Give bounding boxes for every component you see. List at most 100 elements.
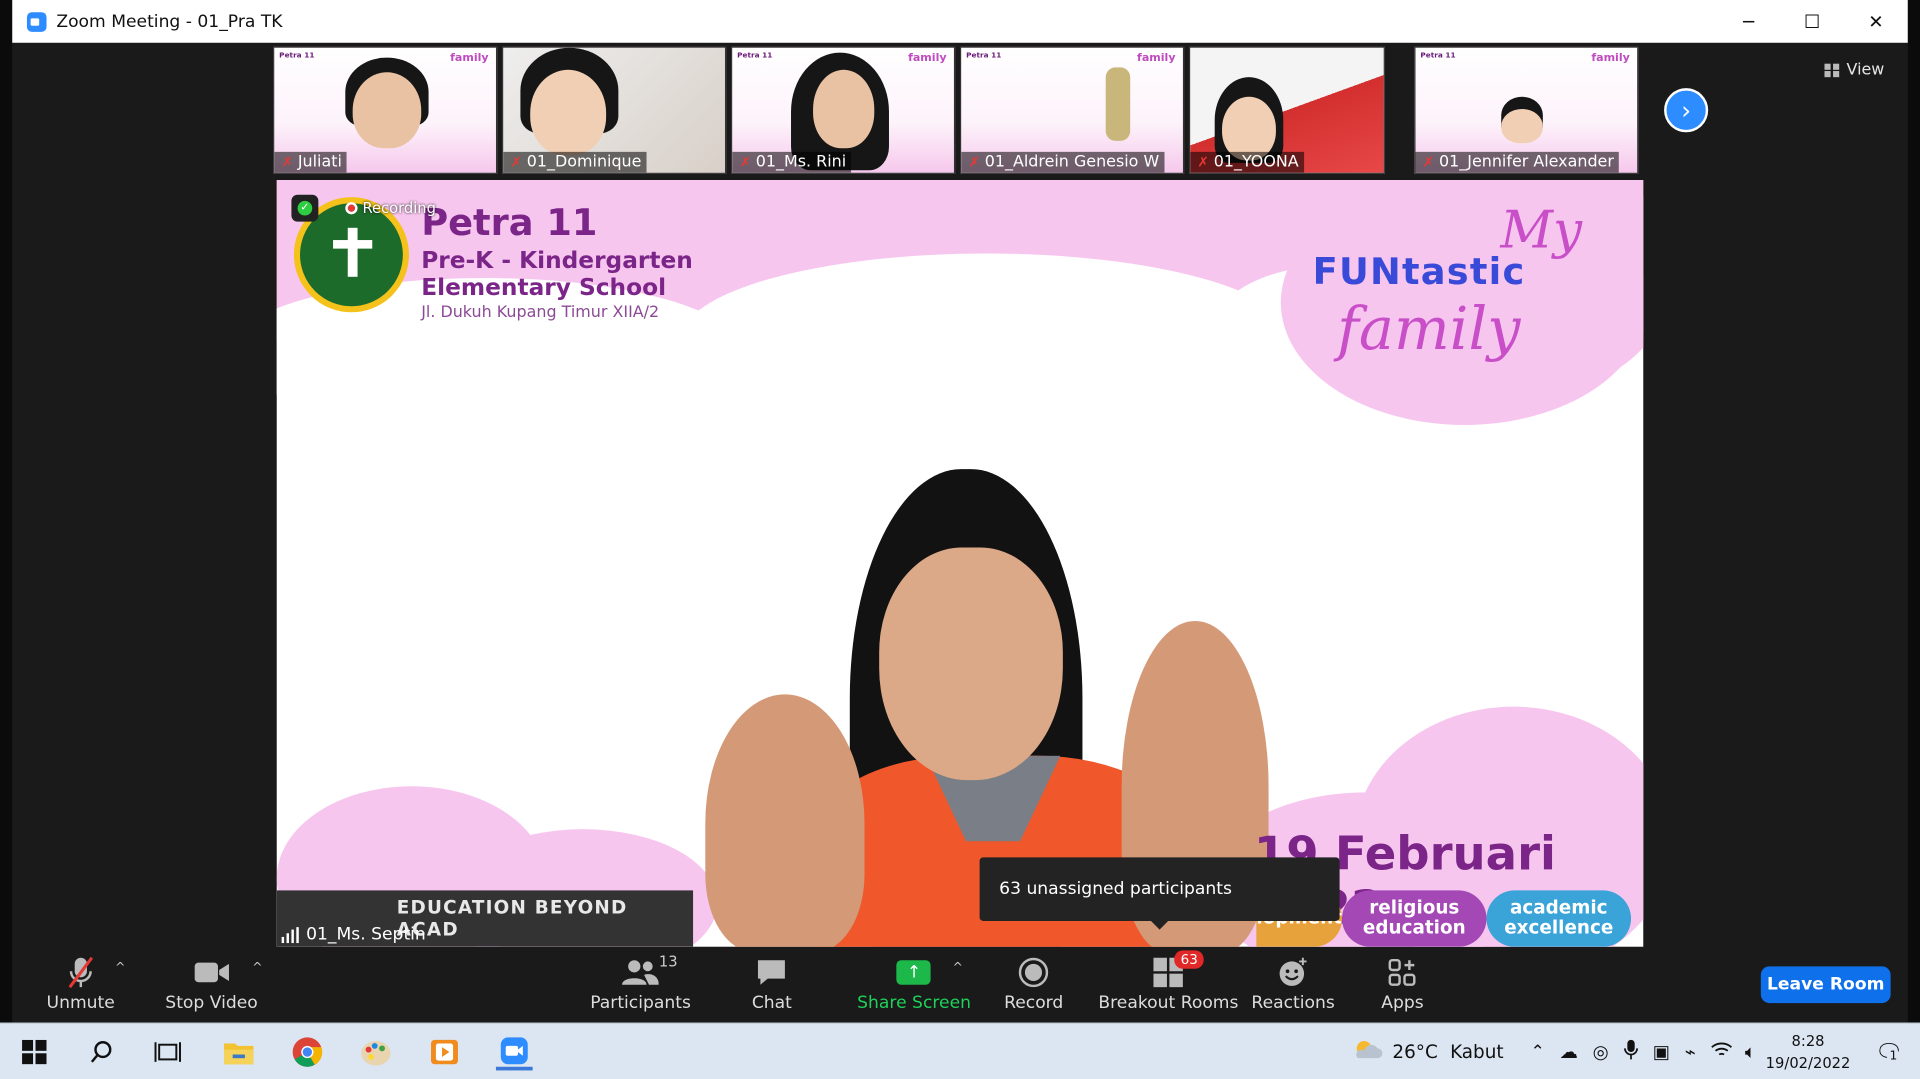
zoom-taskbar-icon[interactable]: [495, 1034, 533, 1071]
chevron-right-icon: ›: [1681, 95, 1692, 125]
window-title: Zoom Meeting - 01_Pra TK: [56, 11, 283, 32]
participant-thumbnail[interactable]: Petra 11 family ✗ 01_Ms. Rini: [731, 46, 956, 174]
mic-muted-icon: ✗: [510, 154, 522, 171]
media-player-icon[interactable]: [426, 1034, 463, 1071]
school-header: Petra 11 Pre-K - Kindergarten Elementary…: [421, 202, 693, 322]
close-button[interactable]: ✕: [1844, 0, 1908, 43]
grid-view-icon: [1824, 63, 1840, 78]
notification-center-icon[interactable]: 🗨︎1: [1875, 1039, 1903, 1065]
participant-thumbnail[interactable]: Petra 11 family ✗ 01_Jennifer Alexander: [1414, 46, 1639, 174]
mini-school-logo: Petra 11: [966, 51, 1002, 61]
participant-thumbnail[interactable]: Petra 11 family ✗ Juliati: [273, 46, 498, 174]
fontastic-family-logo: My FUNtastic family: [1312, 199, 1583, 364]
zoom-logo-icon: [26, 11, 47, 32]
participant-name: ✗ 01_Jennifer Alexander: [1415, 151, 1619, 173]
mic-muted-icon: [65, 955, 97, 989]
school-line-3: Elementary School: [421, 274, 667, 302]
mini-school-logo: Petra 11: [279, 51, 315, 61]
mini-theme-logo: family: [450, 52, 489, 65]
breakout-rooms-icon: 63: [1152, 950, 1204, 989]
video-options-caret[interactable]: ^: [252, 961, 262, 974]
taskbar-clock[interactable]: 8:28 19/02/2022: [1766, 1030, 1851, 1074]
audio-options-caret[interactable]: ^: [115, 961, 125, 974]
system-tray: 26°C Kabut ⌃ ☁ ◎ ▣ ⌁ 🔈︎ 8:28 19/02/2022 …: [1353, 1024, 1920, 1079]
speaker-face: [879, 547, 1063, 781]
pill-academic: academic excellence: [1486, 890, 1632, 947]
weather-description[interactable]: Kabut: [1450, 1041, 1503, 1063]
participant-name: ✗ 01_YOONA: [1190, 151, 1304, 173]
share-options-caret[interactable]: ^: [953, 961, 963, 974]
minimize-button[interactable]: ─: [1717, 0, 1781, 43]
screen: Zoom Meeting - 01_Pra TK ─ ☐ ✕ Petra 11 …: [0, 0, 1920, 1079]
breakout-tooltip: 63 unassigned participants: [979, 857, 1340, 930]
reactions-button[interactable]: Reactions: [1251, 955, 1335, 1013]
clock-date: 19/02/2022: [1765, 1054, 1851, 1072]
video-camera-icon: [193, 955, 230, 989]
window-controls: ─ ☐ ✕: [1717, 0, 1908, 43]
meeting-toolbar: Unmute ^ Stop Video ^ 13 Participants Ch…: [12, 949, 1908, 1023]
clock-time: 8:28: [1791, 1032, 1825, 1050]
participants-count: 13: [658, 952, 678, 971]
paint-app-icon[interactable]: [358, 1034, 395, 1071]
chevron-up-icon[interactable]: ⌃: [1530, 1042, 1544, 1062]
search-icon[interactable]: [83, 1034, 120, 1071]
breakout-rooms-button[interactable]: 63 Breakout Rooms: [1098, 950, 1238, 1013]
microphone-icon[interactable]: [1623, 1039, 1638, 1066]
record-icon: [1018, 955, 1050, 989]
mic-muted-icon: ✗: [968, 154, 980, 171]
participant-name: ✗ Juliati: [274, 151, 347, 173]
school-title: Petra 11: [421, 202, 598, 245]
power-icon[interactable]: ⌁: [1685, 1041, 1696, 1063]
security-shield-icon[interactable]: ✓: [291, 194, 319, 222]
participant-name: ✗ 01_Ms. Rini: [732, 151, 852, 173]
school-line-2: Pre-K - Kindergarten: [421, 247, 693, 275]
signal-bars-icon: [281, 926, 299, 943]
view-button[interactable]: View: [1824, 61, 1884, 80]
apps-button[interactable]: Apps: [1381, 955, 1424, 1013]
record-dot-icon: [345, 202, 358, 215]
participant-thumbnail[interactable]: ✗ 01_YOONA: [1188, 46, 1385, 174]
apps-icon: [1388, 955, 1417, 989]
onedrive-cloud-icon[interactable]: ☁: [1560, 1041, 1578, 1063]
maximize-button[interactable]: ☐: [1780, 0, 1844, 43]
windows-taskbar: 26°C Kabut ⌃ ☁ ◎ ▣ ⌁ 🔈︎ 8:28 19/02/2022 …: [0, 1022, 1920, 1079]
mic-muted-icon: ✗: [281, 154, 293, 171]
volume-icon[interactable]: 🔈︎: [1745, 1041, 1756, 1063]
chat-icon: [756, 955, 788, 989]
weather-temperature[interactable]: 26°C: [1392, 1041, 1437, 1063]
school-address: Jl. Dukuh Kupang Timur XIIA/2: [421, 303, 660, 323]
breakout-count-badge: 63: [1174, 950, 1204, 969]
meeting-area: Petra 11 family ✗ Juliati ✗ 01_Dominique P…: [12, 42, 1908, 950]
participant-thumbnail[interactable]: Petra 11 family ✗ 01_Aldrein Genesio W: [960, 46, 1185, 174]
participants-icon: 13: [622, 953, 678, 989]
recording-indicator[interactable]: Recording: [345, 200, 436, 217]
chat-button[interactable]: Chat: [752, 955, 792, 1013]
display-icon[interactable]: ▣: [1653, 1041, 1670, 1063]
leave-room-button[interactable]: Leave Room: [1760, 966, 1891, 1004]
next-page-button[interactable]: ›: [1664, 88, 1709, 133]
active-speaker-label: 01_Ms. Septin: [281, 925, 426, 944]
task-view-icon[interactable]: [149, 1034, 186, 1071]
window-titlebar: Zoom Meeting - 01_Pra TK ─ ☐ ✕: [12, 0, 1908, 43]
mini-school-logo: Petra 11: [737, 51, 773, 61]
stop-video-button[interactable]: Stop Video: [165, 955, 258, 1013]
mic-muted-icon: ✗: [1422, 154, 1435, 171]
wifi-icon[interactable]: [1711, 1041, 1733, 1063]
weather-icon[interactable]: [1353, 1039, 1383, 1066]
desktop-edge-left: [0, 0, 13, 1023]
file-explorer-icon[interactable]: [220, 1034, 257, 1071]
speaker-left-thumb: [705, 694, 865, 947]
active-speaker-video: Petra 11 Pre-K - Kindergarten Elementary…: [276, 180, 1644, 947]
record-button[interactable]: Record: [1004, 955, 1063, 1013]
mini-theme-logo: family: [1591, 52, 1630, 65]
participants-button[interactable]: 13 Participants: [590, 953, 691, 1013]
participant-thumbnail[interactable]: ✗ 01_Dominique: [502, 46, 727, 174]
mini-school-logo: Petra 11: [1420, 51, 1456, 61]
webcam-icon[interactable]: ◎: [1593, 1041, 1609, 1063]
chrome-icon[interactable]: [289, 1034, 326, 1071]
pill-religious: religious education: [1342, 890, 1487, 947]
unmute-button[interactable]: Unmute: [47, 955, 115, 1013]
mini-theme-logo: family: [1137, 52, 1176, 65]
reactions-smiley-icon: [1277, 955, 1309, 989]
windows-start-icon[interactable]: [16, 1034, 53, 1071]
